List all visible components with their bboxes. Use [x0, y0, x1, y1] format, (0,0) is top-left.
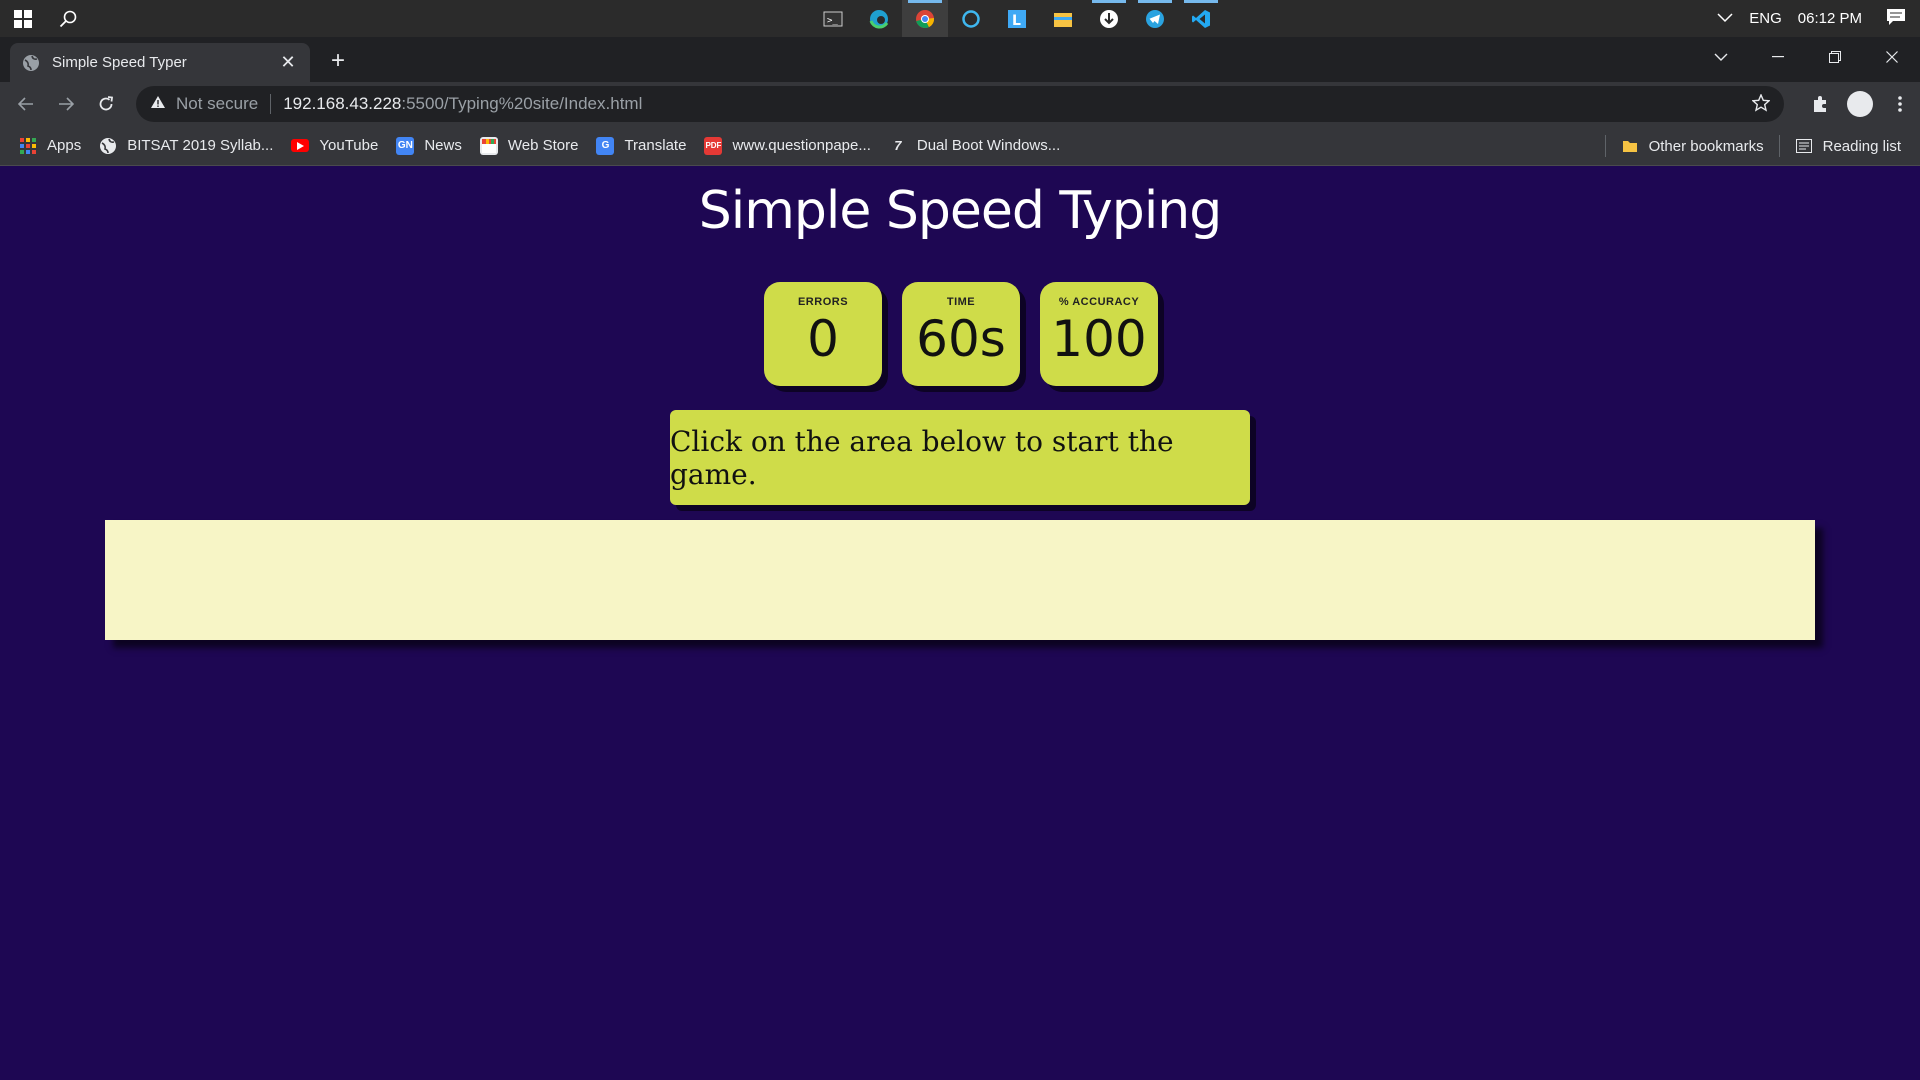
security-label[interactable]: Not secure: [176, 94, 258, 114]
site-icon: 7: [894, 138, 902, 153]
bookmark-dualboot[interactable]: 7 Dual Boot Windows...: [880, 130, 1069, 162]
bookmark-news[interactable]: GN News: [387, 130, 471, 162]
edge-icon[interactable]: [856, 0, 902, 37]
bookmark-webstore[interactable]: Web Store: [471, 130, 588, 162]
browser-tab[interactable]: Simple Speed Typer ✕: [10, 43, 310, 82]
bookmark-other[interactable]: Other bookmarks: [1612, 130, 1773, 162]
translate-icon: G: [596, 136, 615, 155]
youtube-icon: [291, 139, 310, 152]
warning-icon[interactable]: [150, 94, 166, 114]
globe-icon: [99, 137, 117, 155]
close-tab-icon[interactable]: ✕: [278, 52, 298, 73]
svg-text:L: L: [1012, 13, 1021, 29]
news-icon: GN: [396, 136, 415, 155]
bookmark-star-icon[interactable]: [1751, 93, 1771, 117]
telegram-icon[interactable]: [1132, 0, 1178, 37]
browser-tab-strip: Simple Speed Typer ✕ +: [0, 37, 1920, 82]
new-tab-icon[interactable]: +: [324, 47, 352, 75]
bookmarks-bar: Apps BITSAT 2019 Syllab... YouTube GN Ne…: [0, 126, 1920, 166]
profile-avatar[interactable]: [1847, 91, 1873, 117]
chrome-icon[interactable]: [902, 0, 948, 37]
bookmark-label: Web Store: [507, 137, 579, 154]
errors-card: ERRORS 0: [764, 282, 882, 386]
vscode-icon[interactable]: [1178, 0, 1224, 37]
search-icon[interactable]: [45, 0, 90, 37]
accuracy-card: % ACCURACY 100: [1040, 282, 1158, 386]
folder-icon: [1621, 137, 1639, 155]
time-label: TIME: [946, 296, 976, 308]
bookmarks-divider: [1604, 135, 1606, 157]
windows-taskbar: >_ L ENG 06:12 PM: [0, 0, 1920, 37]
other-bookmarks-label: Other bookmarks: [1648, 137, 1764, 155]
apps-grid-icon: [19, 137, 37, 155]
address-bar[interactable]: Not secure 192.168.43.228:5500/Typing%20…: [136, 86, 1784, 122]
bookmark-label: Apps: [47, 137, 82, 154]
url-host: 192.168.43.228: [283, 94, 402, 113]
bookmark-questionpaper[interactable]: PDF www.questionpape...: [695, 130, 879, 162]
terminal-icon[interactable]: >_: [810, 0, 856, 37]
bookmark-label: News: [424, 137, 462, 154]
errors-label: ERRORS: [797, 296, 849, 308]
typing-input-area[interactable]: [105, 520, 1815, 640]
reading-list-label: Reading list: [1822, 137, 1901, 155]
bookmark-bitsat[interactable]: BITSAT 2019 Syllab...: [90, 130, 282, 162]
bookmark-label: YouTube: [319, 137, 379, 154]
accuracy-label: % ACCURACY: [1058, 296, 1140, 308]
bookmark-translate[interactable]: G Translate: [587, 130, 695, 162]
extensions-icon[interactable]: [1800, 84, 1840, 124]
page-content: Simple Speed Typing ERRORS 0 TIME 60s % …: [0, 167, 1920, 1080]
language-indicator[interactable]: ENG: [1741, 10, 1790, 27]
bookmark-label: BITSAT 2019 Syllab...: [127, 137, 274, 154]
cortana-icon[interactable]: [948, 0, 994, 37]
bookmark-label: Translate: [624, 137, 687, 154]
globe-icon: [23, 54, 39, 71]
accuracy-value: 100: [1051, 310, 1147, 368]
downloader-icon[interactable]: [1086, 0, 1132, 37]
forward-arrow-icon[interactable]: [46, 84, 86, 124]
reading-list-icon: [1795, 137, 1813, 155]
webstore-icon: [479, 136, 498, 155]
url-path: :5500/Typing%20site/Index.html: [401, 94, 643, 113]
bookmark-youtube[interactable]: YouTube: [282, 130, 387, 162]
errors-value: 0: [807, 310, 839, 368]
time-card: TIME 60s: [902, 282, 1020, 386]
restore-icon[interactable]: [1806, 37, 1863, 77]
file-explorer-icon[interactable]: [1040, 0, 1086, 37]
omnibox-divider: [270, 94, 272, 114]
svg-text:>_: >_: [827, 16, 838, 26]
reload-icon[interactable]: [86, 84, 126, 124]
page-title: Simple Speed Typing: [698, 181, 1222, 241]
bookmark-label: www.questionpape...: [732, 137, 871, 154]
bookmark-apps[interactable]: Apps: [10, 130, 90, 162]
tab-search-icon[interactable]: [1692, 37, 1749, 77]
pdf-icon: PDF: [704, 136, 723, 155]
time-value: 60s: [916, 310, 1006, 368]
windows-start-icon[interactable]: [0, 0, 45, 37]
bookmark-label: Dual Boot Windows...: [916, 137, 1061, 154]
reading-list[interactable]: Reading list: [1786, 130, 1910, 162]
stats-row: ERRORS 0 TIME 60s % ACCURACY 100: [764, 282, 1158, 386]
close-window-icon[interactable]: [1863, 37, 1920, 77]
browser-toolbar: Not secure 192.168.43.228:5500/Typing%20…: [0, 82, 1920, 126]
quote-box: Click on the area below to start the gam…: [670, 410, 1250, 505]
word-app-icon[interactable]: L: [994, 0, 1040, 37]
clock[interactable]: 06:12 PM: [1790, 10, 1870, 27]
tab-title: Simple Speed Typer: [52, 54, 187, 71]
bookmarks-divider: [1778, 135, 1780, 157]
minimize-icon[interactable]: [1749, 37, 1806, 77]
menu-kebab-icon[interactable]: [1880, 84, 1920, 124]
back-arrow-icon[interactable]: [6, 84, 46, 124]
notification-icon[interactable]: [1870, 8, 1920, 30]
chevron-up-icon[interactable]: [1709, 10, 1741, 27]
